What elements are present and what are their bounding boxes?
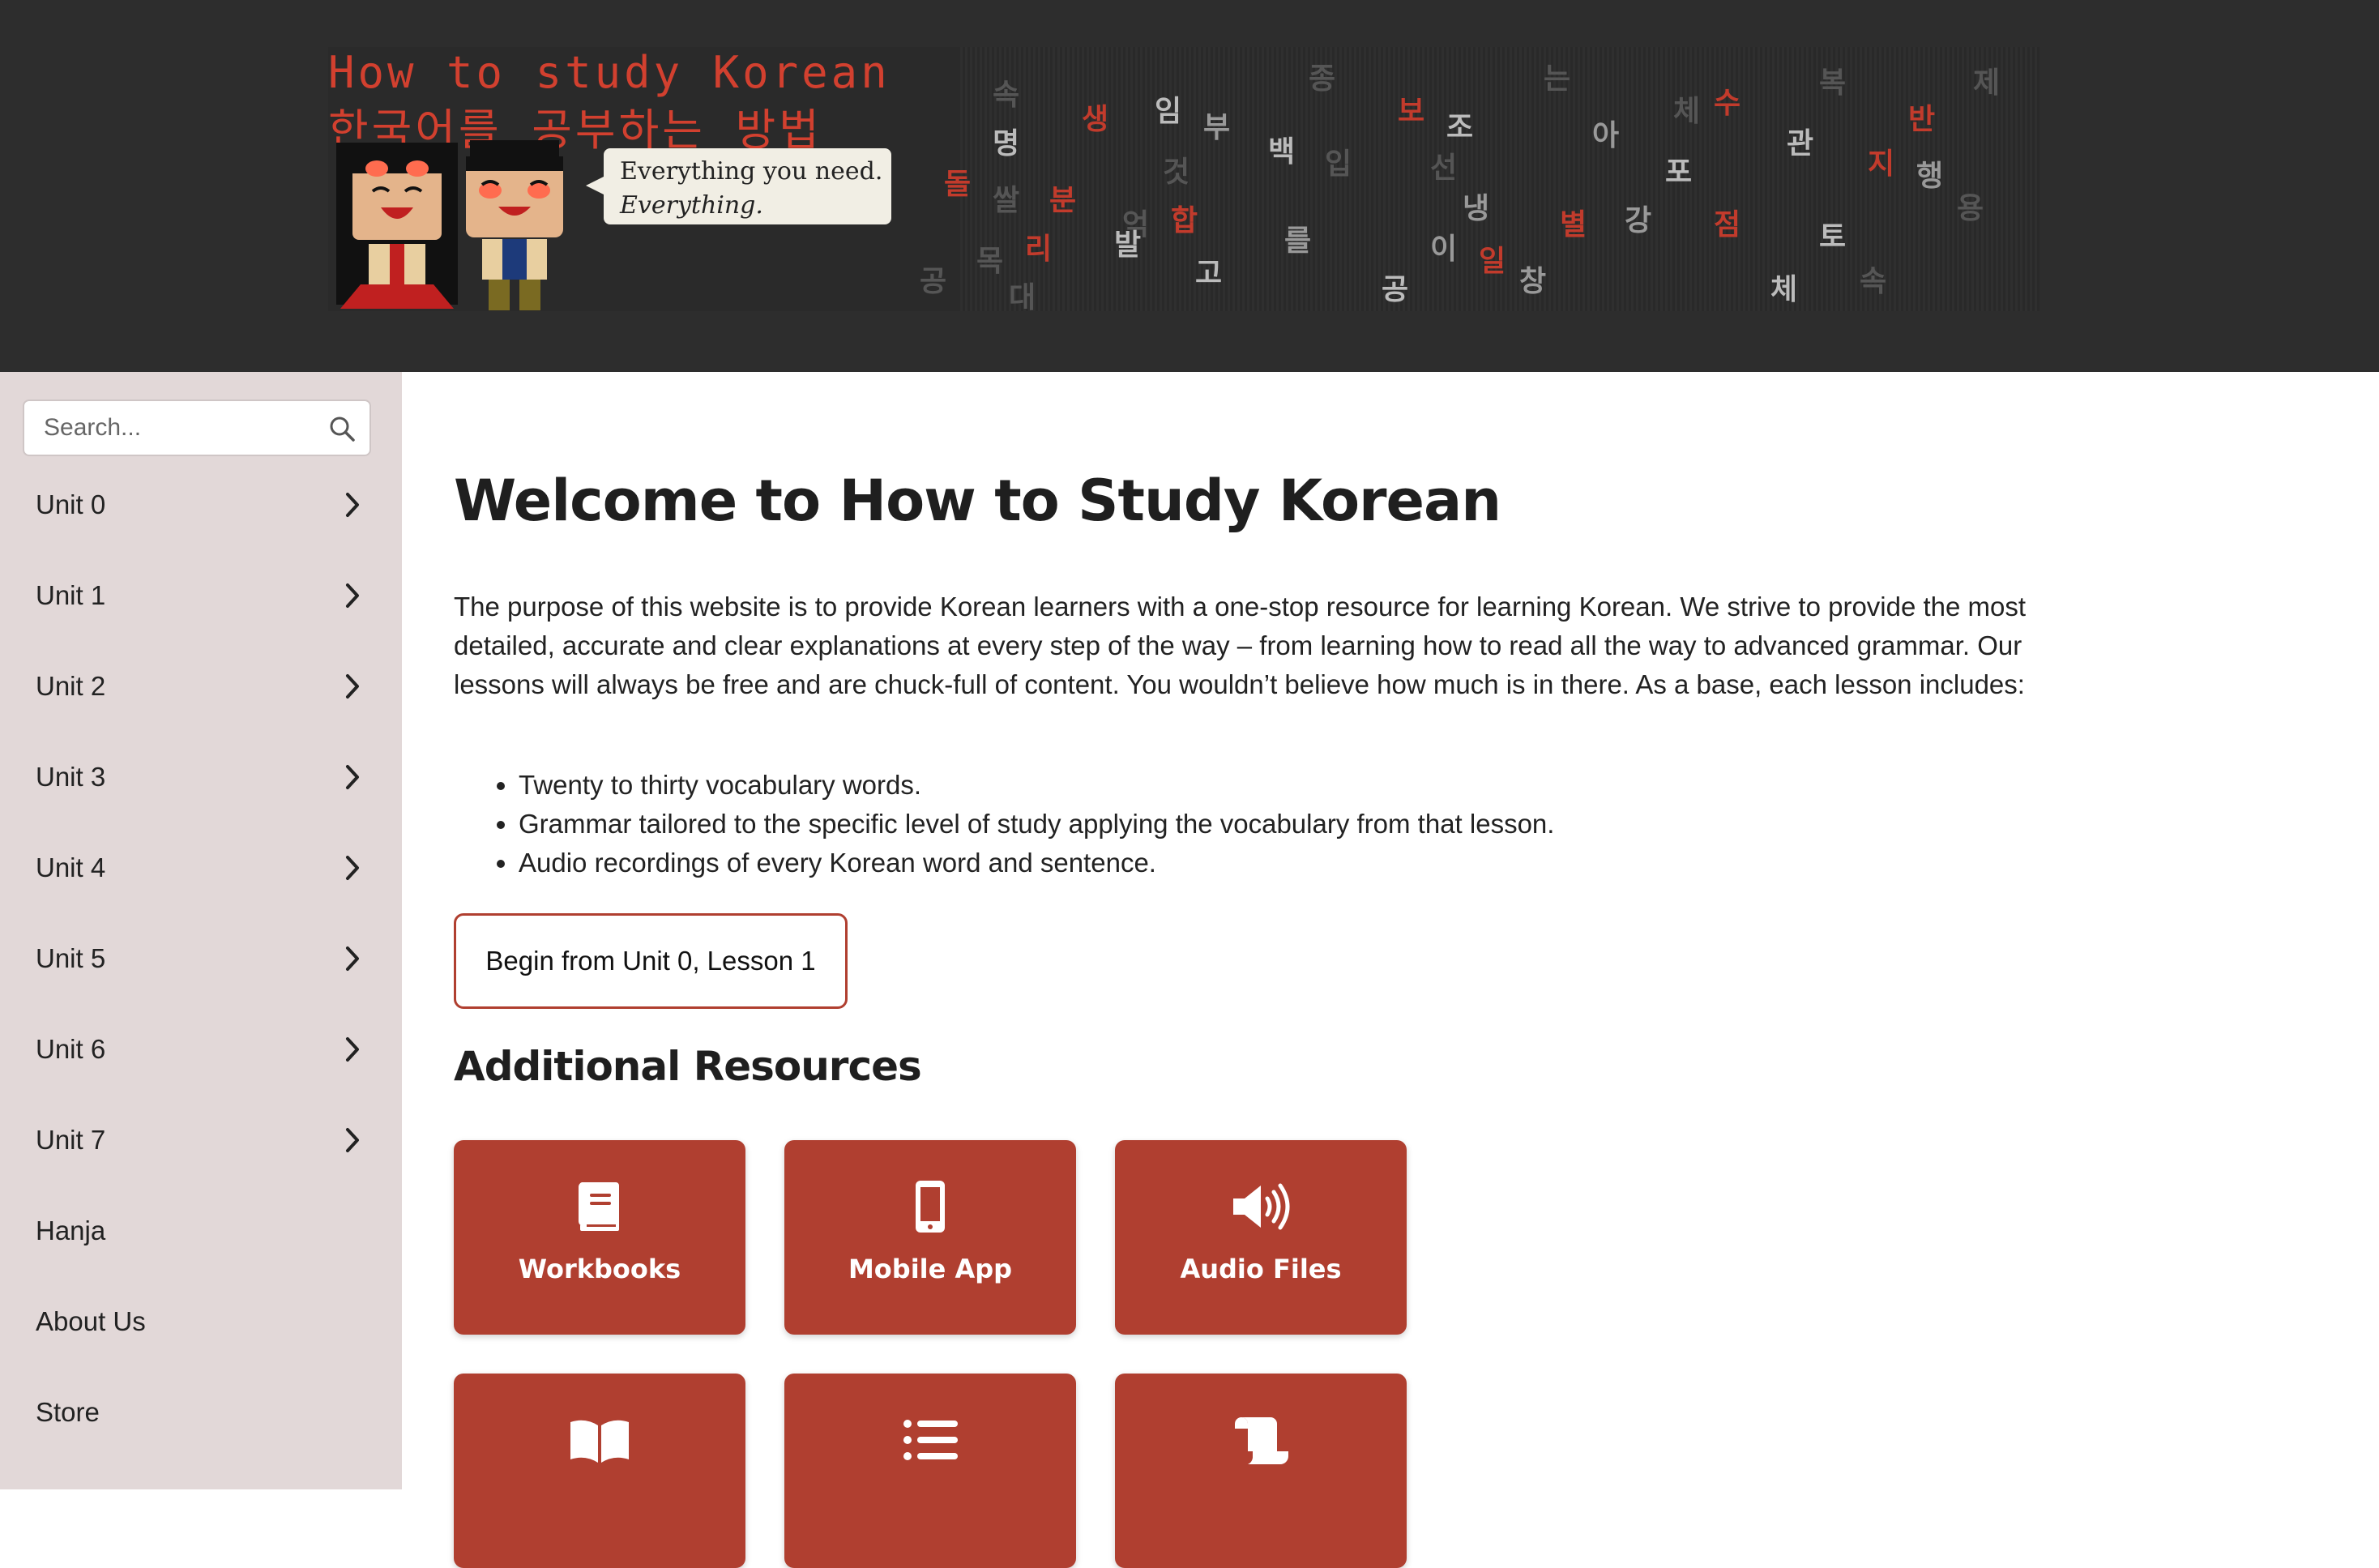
resource-card-workbooks[interactable]: Workbooks xyxy=(454,1140,745,1335)
page-title: Welcome to How to Study Korean xyxy=(454,468,1501,534)
resource-card-label: Mobile App xyxy=(848,1254,1013,1284)
sidebar-item-unit-6[interactable]: Unit 6 xyxy=(0,1004,402,1095)
resource-card-label: Workbooks xyxy=(518,1254,681,1284)
sidebar-item-unit-5[interactable]: Unit 5 xyxy=(0,913,402,1004)
sidebar-item-unit-2[interactable]: Unit 2 xyxy=(0,641,402,732)
additional-resources-heading: Additional Resources xyxy=(454,1043,922,1090)
site-banner[interactable]: 속 생 임 부 종 보 조 는 아 체 수 복 반 제 명 것 백 입 선 포 … xyxy=(328,47,2039,314)
sidebar-item-label: Unit 7 xyxy=(36,1125,106,1155)
boy-character-illustration xyxy=(466,140,563,310)
resource-card-mobile-app[interactable]: Mobile App xyxy=(784,1140,1076,1335)
sidebar-item-label: Unit 5 xyxy=(36,943,106,973)
sidebar-item-about-us[interactable]: About Us xyxy=(0,1276,402,1367)
scroll-icon xyxy=(1235,1417,1288,1464)
search-icon[interactable] xyxy=(327,414,357,443)
speaker-icon xyxy=(1233,1183,1290,1230)
speech-line-1: Everything you need. xyxy=(620,157,883,186)
begin-lesson-button[interactable]: Begin from Unit 0, Lesson 1 xyxy=(454,913,848,1009)
resource-card-label: Audio Files xyxy=(1180,1254,1342,1284)
site-header: 속 생 임 부 종 보 조 는 아 체 수 복 반 제 명 것 백 입 선 포 … xyxy=(0,0,2379,372)
sidebar-item-label: Unit 6 xyxy=(36,1034,106,1064)
sidebar-item-unit-0[interactable]: Unit 0 xyxy=(0,459,402,550)
lesson-feature-item: Audio recordings of every Korean word an… xyxy=(519,844,1554,882)
sidebar-item-label: Unit 0 xyxy=(36,489,106,519)
chevron-right-icon[interactable] xyxy=(340,763,365,792)
chevron-right-icon[interactable] xyxy=(340,1035,365,1064)
open-book-icon xyxy=(570,1420,629,1463)
chevron-right-icon[interactable] xyxy=(340,1126,365,1155)
sidebar-item-unit-4[interactable]: Unit 4 xyxy=(0,822,402,913)
sidebar-item-label: Unit 4 xyxy=(36,852,106,882)
speech-line-2: Everything. xyxy=(620,191,763,220)
girl-character-illustration xyxy=(336,143,458,309)
sidebar-item-label: Store xyxy=(36,1397,100,1427)
sidebar-item-label: Unit 1 xyxy=(36,580,106,610)
sidebar-item-label: Unit 2 xyxy=(36,671,106,701)
chevron-right-icon[interactable] xyxy=(340,581,365,610)
banner-title-english: How to study Korean xyxy=(328,47,891,98)
lesson-feature-item: Grammar tailored to the specific level o… xyxy=(519,805,1554,844)
speech-bubble: Everything you need. Everything. xyxy=(586,148,891,224)
chevron-right-icon[interactable] xyxy=(340,853,365,882)
resource-card-4[interactable] xyxy=(454,1374,745,1568)
sidebar-item-unit-3[interactable]: Unit 3 xyxy=(0,732,402,822)
mobile-phone-icon xyxy=(916,1181,945,1233)
chevron-right-icon[interactable] xyxy=(340,490,365,519)
chevron-right-icon[interactable] xyxy=(340,944,365,973)
sidebar-item-unit-7[interactable]: Unit 7 xyxy=(0,1095,402,1186)
search-box[interactable] xyxy=(23,399,371,456)
sidebar-item-store[interactable]: Store xyxy=(0,1367,402,1458)
sidebar-item-unit-1[interactable]: Unit 1 xyxy=(0,550,402,641)
search-input[interactable] xyxy=(24,401,335,455)
sidebar-item-label: About Us xyxy=(36,1306,146,1336)
sidebar-nav: Unit 0 Unit 1 Unit 2 Unit 3 Unit 4 Unit 5 Unit… xyxy=(0,459,402,1458)
intro-paragraph: The purpose of this website is to provid… xyxy=(454,592,2027,699)
sidebar-item-hanja[interactable]: Hanja xyxy=(0,1186,402,1276)
list-icon xyxy=(903,1420,958,1460)
chevron-right-icon[interactable] xyxy=(340,672,365,701)
lesson-features-list: Twenty to thirty vocabulary words.Gramma… xyxy=(454,766,1554,882)
resource-card-5[interactable] xyxy=(784,1374,1076,1568)
sidebar-item-label: Unit 3 xyxy=(36,762,106,792)
hangul-pattern-background: 속 생 임 부 종 보 조 는 아 체 수 복 반 제 명 것 백 입 선 포 … xyxy=(920,47,2039,314)
resource-card-audio-files[interactable]: Audio Files xyxy=(1115,1140,1407,1335)
sidebar: Unit 0 Unit 1 Unit 2 Unit 3 Unit 4 Unit 5 Unit… xyxy=(0,372,402,1489)
book-icon xyxy=(578,1182,619,1231)
lesson-feature-item: Twenty to thirty vocabulary words. xyxy=(519,766,1554,805)
sidebar-item-label: Hanja xyxy=(36,1216,106,1245)
resource-card-6[interactable] xyxy=(1115,1374,1407,1568)
